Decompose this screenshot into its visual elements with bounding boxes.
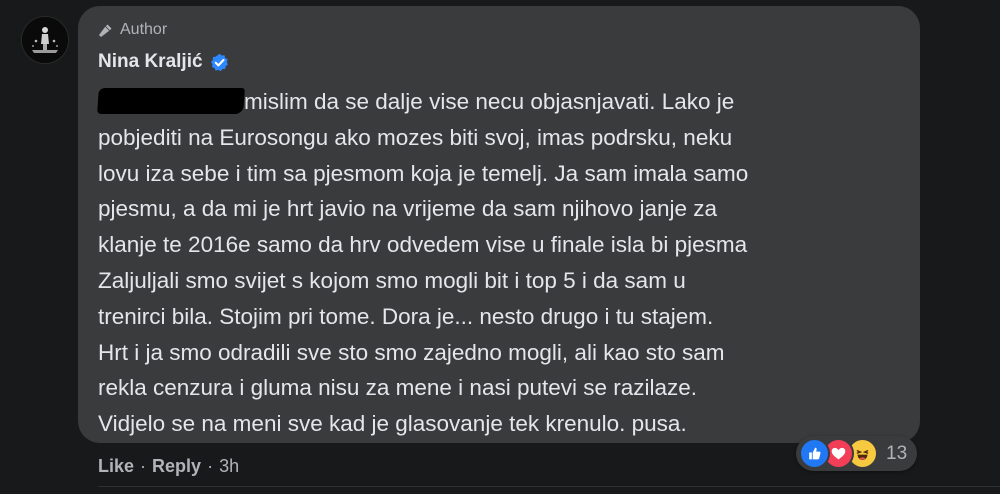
author-name[interactable]: Nina Kraljić bbox=[98, 51, 203, 73]
verified-badge-icon bbox=[210, 53, 228, 71]
redacted-mention bbox=[97, 88, 245, 114]
comment-line: Vidjelo se na meni sve kad je glasovanje… bbox=[98, 411, 687, 437]
comment-timestamp[interactable]: 3h bbox=[219, 456, 239, 477]
author-badge: Author bbox=[98, 21, 167, 39]
comment-text: mislim da se dalje vise necu objasnjavat… bbox=[97, 84, 918, 442]
comment-header: Nina Kraljić bbox=[98, 51, 229, 73]
comment-line: mislim da se dalje vise necu objasnjavat… bbox=[97, 84, 918, 120]
comment-line: trenirci bila. Stojim pri tome. Dora je.… bbox=[98, 303, 714, 329]
comment-line: Zaljuljali smo svijet s kojom smo mogli … bbox=[98, 267, 686, 293]
avatar-image bbox=[22, 17, 68, 63]
reply-button[interactable]: Reply bbox=[152, 456, 201, 477]
microphone-icon bbox=[99, 24, 112, 37]
comment-actions: Like · Reply · 3h bbox=[98, 456, 239, 477]
comment-line-text: mislim da se dalje vise necu objasnjavat… bbox=[244, 89, 735, 114]
comment-line: pjesmu, a da mi je hrt javio na vrijeme … bbox=[98, 196, 718, 222]
like-icon bbox=[799, 438, 830, 469]
divider bbox=[98, 486, 1000, 487]
like-button[interactable]: Like bbox=[98, 456, 134, 477]
comment-line: Hrt i ja smo odradili sve sto smo zajedn… bbox=[98, 339, 725, 365]
reaction-count: 13 bbox=[886, 442, 908, 464]
separator-dot: · bbox=[140, 456, 147, 476]
comment-line: lovu iza sebe i tim sa pjesmom koja je t… bbox=[98, 160, 749, 186]
comment-line: rekla cenzura i gluma nisu za mene i nas… bbox=[98, 375, 698, 401]
comment-line: klanje te 2016e samo da hrv odvedem vise… bbox=[98, 232, 748, 258]
author-avatar[interactable] bbox=[21, 16, 69, 64]
reactions-summary[interactable]: 13 bbox=[796, 436, 918, 471]
comment-line: pobjediti na Eurosongu ako mozes biti sv… bbox=[98, 124, 733, 150]
separator-dot: · bbox=[207, 456, 214, 476]
author-badge-label: Author bbox=[120, 21, 168, 38]
